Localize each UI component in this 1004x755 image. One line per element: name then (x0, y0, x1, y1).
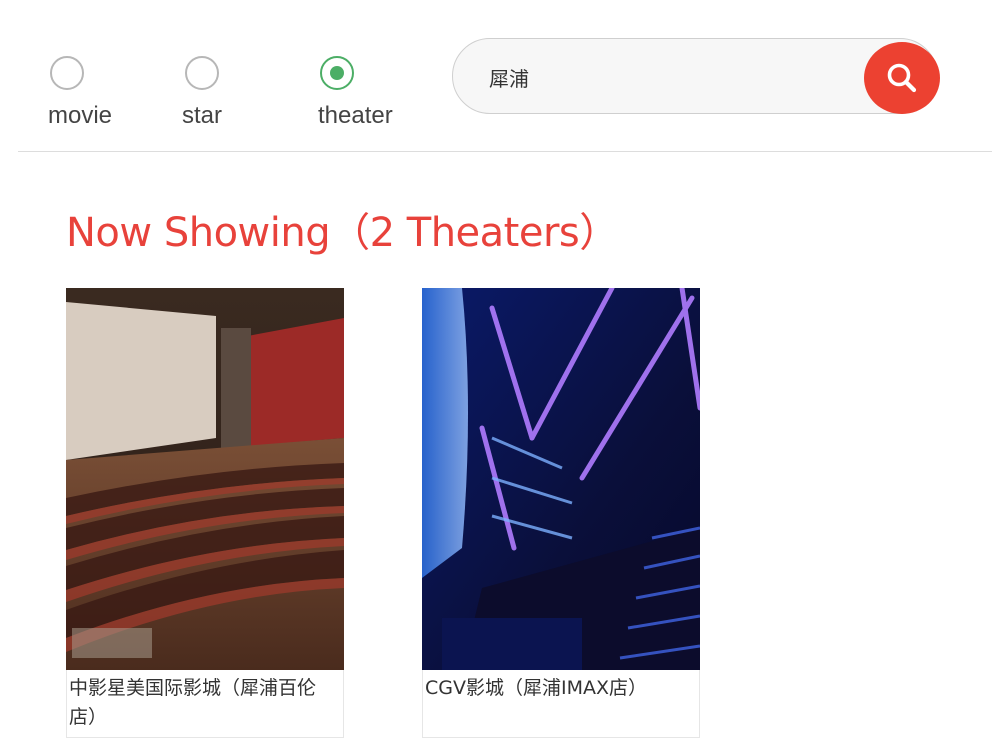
radio-button-unchecked[interactable] (50, 56, 84, 90)
search-type-label: star (182, 102, 223, 129)
theater-image[interactable] (66, 288, 344, 670)
search-input[interactable] (489, 59, 849, 95)
page-title: Now Showing（2 Theaters） (66, 210, 619, 256)
search-type-label: theater (318, 102, 393, 129)
search-button[interactable] (864, 42, 940, 114)
theater-name[interactable]: CGV影城（犀浦IMAX店） (422, 670, 700, 738)
search-type-theater-option[interactable]: theater (318, 56, 393, 130)
search-icon (885, 61, 919, 95)
search-type-movie-option[interactable]: movie (48, 56, 112, 130)
radio-button-unchecked[interactable] (185, 56, 219, 90)
theater-image[interactable] (422, 288, 700, 670)
search-type-star-option[interactable]: star (182, 56, 222, 130)
header-divider (18, 151, 992, 152)
radio-dot (330, 66, 344, 80)
search-header: movie star theater (0, 0, 1004, 152)
theater-card[interactable]: CGV影城（犀浦IMAX店） (422, 288, 700, 738)
radio-button-checked[interactable] (320, 56, 354, 90)
search-type-label: movie (48, 102, 113, 129)
theater-name[interactable]: 中影星美国际影城（犀浦百伦店） (66, 670, 344, 738)
theater-card[interactable]: 中影星美国际影城（犀浦百伦店） (66, 288, 344, 738)
